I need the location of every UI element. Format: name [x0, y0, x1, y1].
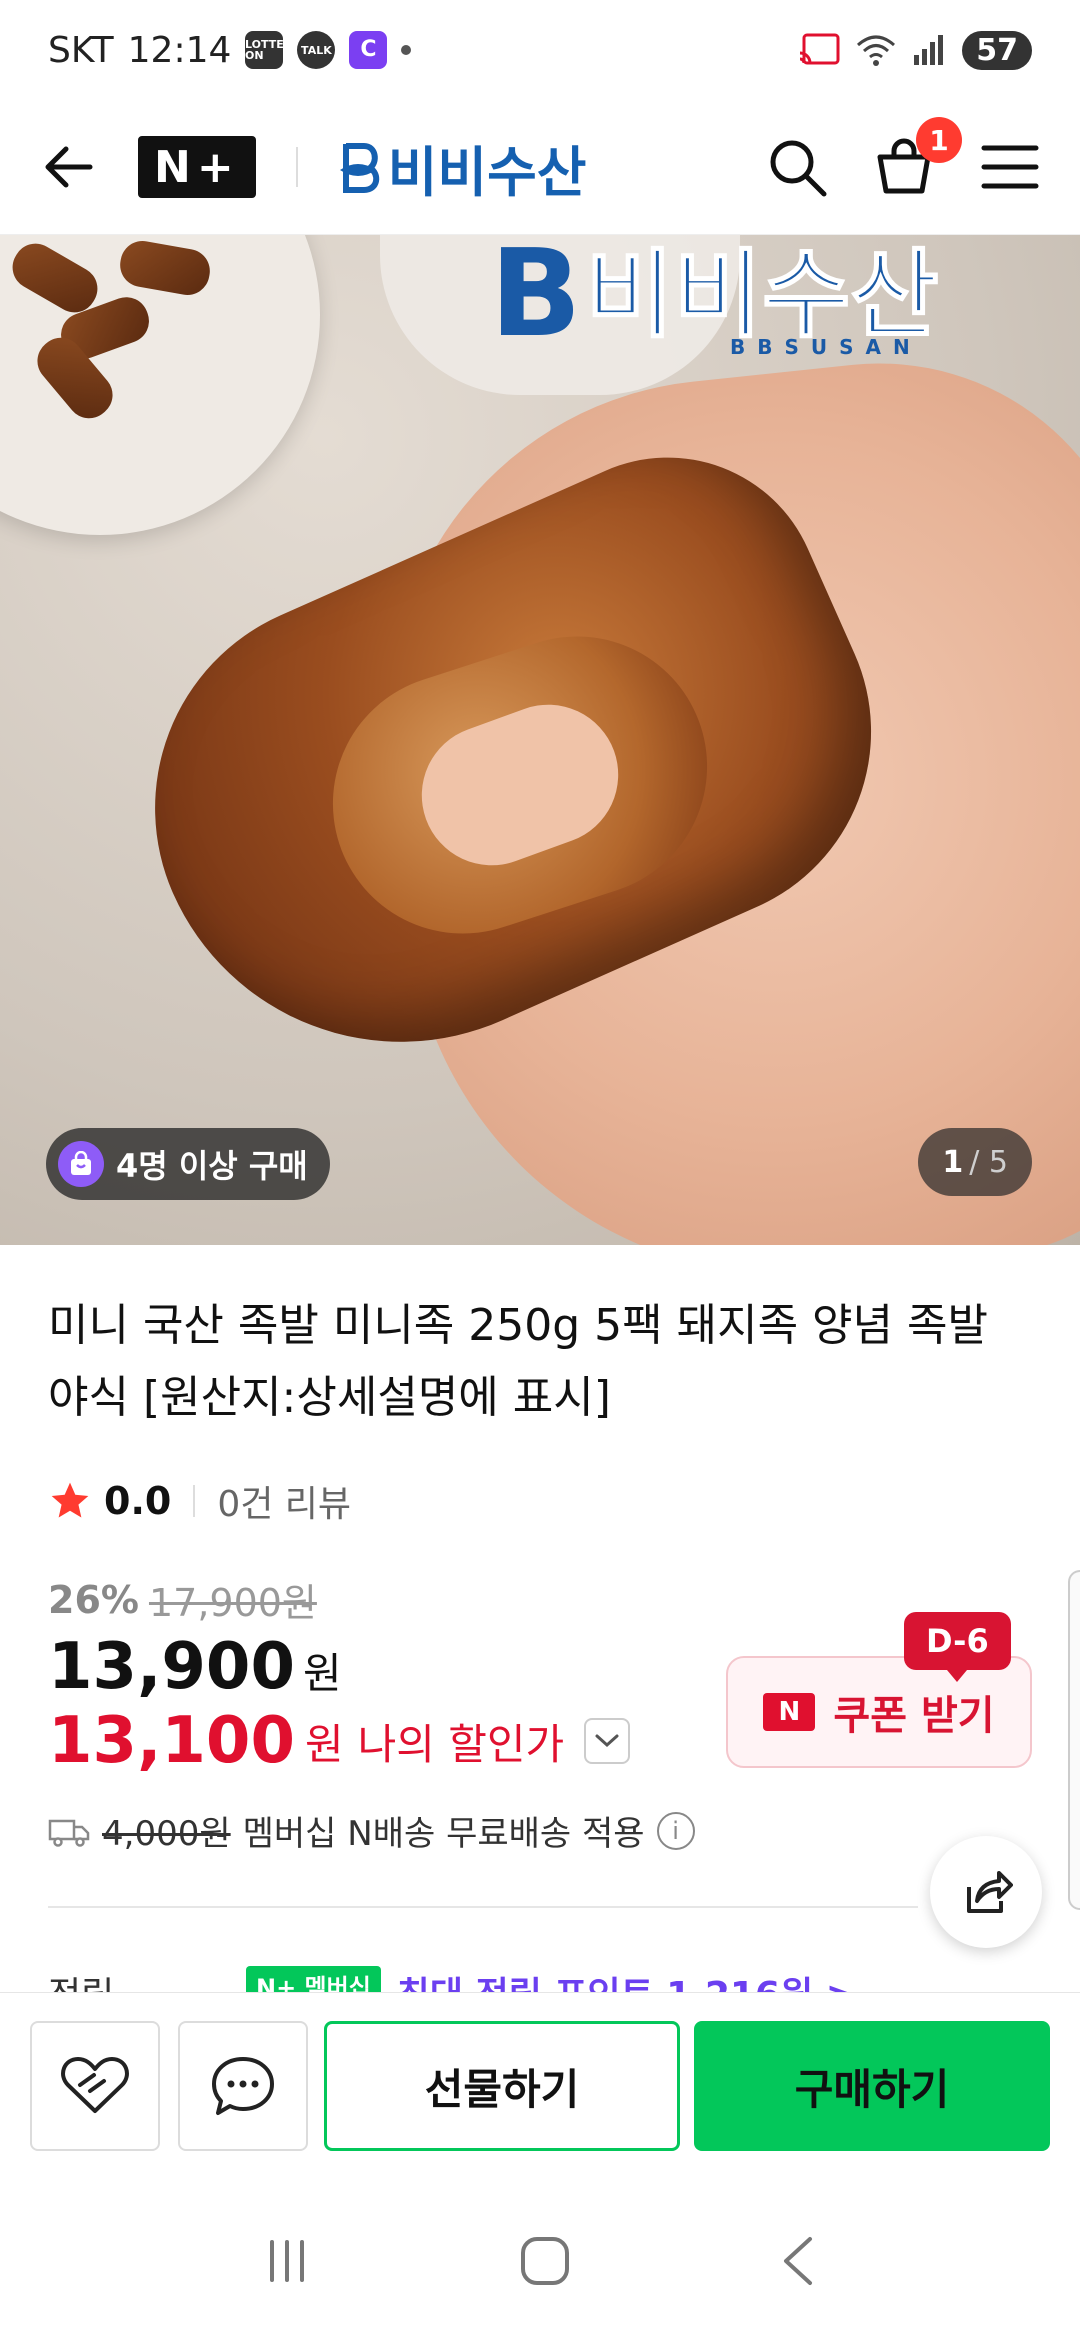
- my-price-value: 13,100: [48, 1704, 295, 1778]
- review-count[interactable]: 0건 리뷰: [217, 1475, 351, 1527]
- wifi-icon: [857, 35, 896, 66]
- buy-button[interactable]: 구매하기: [694, 2021, 1050, 2151]
- sale-price: 13,900 원: [48, 1630, 342, 1704]
- section-divider: [48, 1906, 918, 1908]
- original-price: 17,900원: [148, 1581, 317, 1625]
- group-buy-badge: 4명 이상 구매: [46, 1128, 330, 1200]
- back-arrow-icon[interactable]: [40, 137, 100, 197]
- share-button[interactable]: [930, 1836, 1042, 1948]
- sale-price-value: 13,900: [48, 1630, 295, 1704]
- store-logo[interactable]: 비비수산: [338, 128, 587, 207]
- group-buy-label: 4명 이상 구매: [116, 1147, 308, 1185]
- product-image-carousel[interactable]: B 비비수산 BBSUSAN: [0, 235, 1080, 1245]
- lotte-on-icon: LOTTE ON: [245, 31, 284, 69]
- info-icon[interactable]: i: [656, 1811, 695, 1850]
- shipping-info: 4,000원 멤버십 N배송 무료배송 적용 i: [48, 1806, 695, 1855]
- kakaotalk-icon: TALK: [297, 31, 336, 69]
- status-right: 57: [798, 30, 1032, 70]
- carrier-label: SKT: [48, 29, 114, 71]
- coupon-button[interactable]: N 쿠폰 받기: [726, 1656, 1032, 1768]
- hero-logo-b-icon: B: [490, 235, 582, 364]
- rating-divider: [193, 1485, 196, 1517]
- snack-graphic: [0, 235, 240, 428]
- truck-icon: [48, 1819, 90, 1847]
- my-price-label: 나의 할인가: [357, 1719, 565, 1769]
- shipping-original-fee: 4,000원: [102, 1814, 231, 1854]
- hero-logo-subtext: BBSUSAN: [730, 335, 922, 359]
- header-actions: 1: [766, 117, 1040, 199]
- chevron-down-icon[interactable]: [584, 1718, 631, 1764]
- naver-n-icon: N: [763, 1693, 816, 1731]
- cart-count-badge: 1: [916, 117, 962, 163]
- discount-rate: 26%: [48, 1577, 139, 1622]
- status-left: SKT 12:14 LOTTE ON TALK C: [48, 29, 412, 71]
- clock: 12:14: [127, 29, 232, 71]
- image-counter-current: 1: [942, 1144, 964, 1180]
- store-name: 비비수산: [387, 140, 587, 204]
- product-title: 미니 국산 족발 미니족 250g 5팩 돼지족 양념 족발 야식 [원산지:상…: [48, 1300, 988, 1423]
- header-divider: [295, 147, 298, 187]
- gift-button[interactable]: 선물하기: [324, 2021, 680, 2151]
- rating-row[interactable]: 0.0 0건 리뷰: [48, 1475, 351, 1527]
- battery-indicator: 57: [962, 30, 1032, 70]
- bottom-action-bar: 선물하기 구매하기: [0, 1992, 1080, 2182]
- sale-price-unit: 원: [302, 1649, 342, 1698]
- hero-brand-logo: B 비비수산 BBSUSAN: [490, 235, 940, 364]
- chat-icon: [212, 2057, 274, 2115]
- status-bar: SKT 12:14 LOTTE ON TALK C 57: [0, 0, 1080, 100]
- cast-icon: [799, 33, 840, 65]
- c-app-icon: C: [349, 31, 388, 69]
- brand-fish-icon: [339, 143, 379, 193]
- shopping-bag-icon: [58, 1141, 104, 1187]
- search-icon[interactable]: [766, 136, 828, 198]
- side-panel-handle[interactable]: [1068, 1570, 1080, 1910]
- signal-icon: [914, 35, 944, 65]
- hamburger-icon[interactable]: [980, 142, 1040, 192]
- dot-icon: [401, 45, 412, 55]
- coupon-dday-badge: D-6: [904, 1612, 1011, 1682]
- hero-logo-text: 비비수산: [584, 239, 939, 351]
- discount-row: 26% 17,900원: [48, 1572, 317, 1627]
- shipping-text: 멤버십 N배송 무료배송 적용: [242, 1814, 645, 1854]
- my-price-unit: 원: [304, 1719, 344, 1769]
- chat-button[interactable]: [178, 2021, 308, 2151]
- rating-value: 0.0: [104, 1479, 172, 1523]
- like-button[interactable]: [30, 2021, 160, 2151]
- image-counter-total: / 5: [969, 1144, 1008, 1180]
- system-nav-bar: [0, 2182, 1080, 2340]
- share-icon: [967, 1871, 1013, 1913]
- top-nav: N+ 비비수산 1: [0, 100, 1080, 235]
- back-icon[interactable]: [778, 2233, 818, 2289]
- nplus-store-button[interactable]: N+: [138, 136, 256, 198]
- my-discount-price[interactable]: 13,100 원 나의 할인가: [48, 1704, 631, 1778]
- coupon-label: 쿠폰 받기: [833, 1693, 995, 1739]
- cart-button[interactable]: 1: [872, 117, 962, 199]
- image-counter: 1 / 5: [918, 1128, 1032, 1196]
- heart-icon: [61, 2057, 129, 2113]
- recent-apps-icon[interactable]: [262, 2236, 312, 2286]
- star-icon: [51, 1482, 89, 1518]
- home-icon[interactable]: [517, 2233, 573, 2289]
